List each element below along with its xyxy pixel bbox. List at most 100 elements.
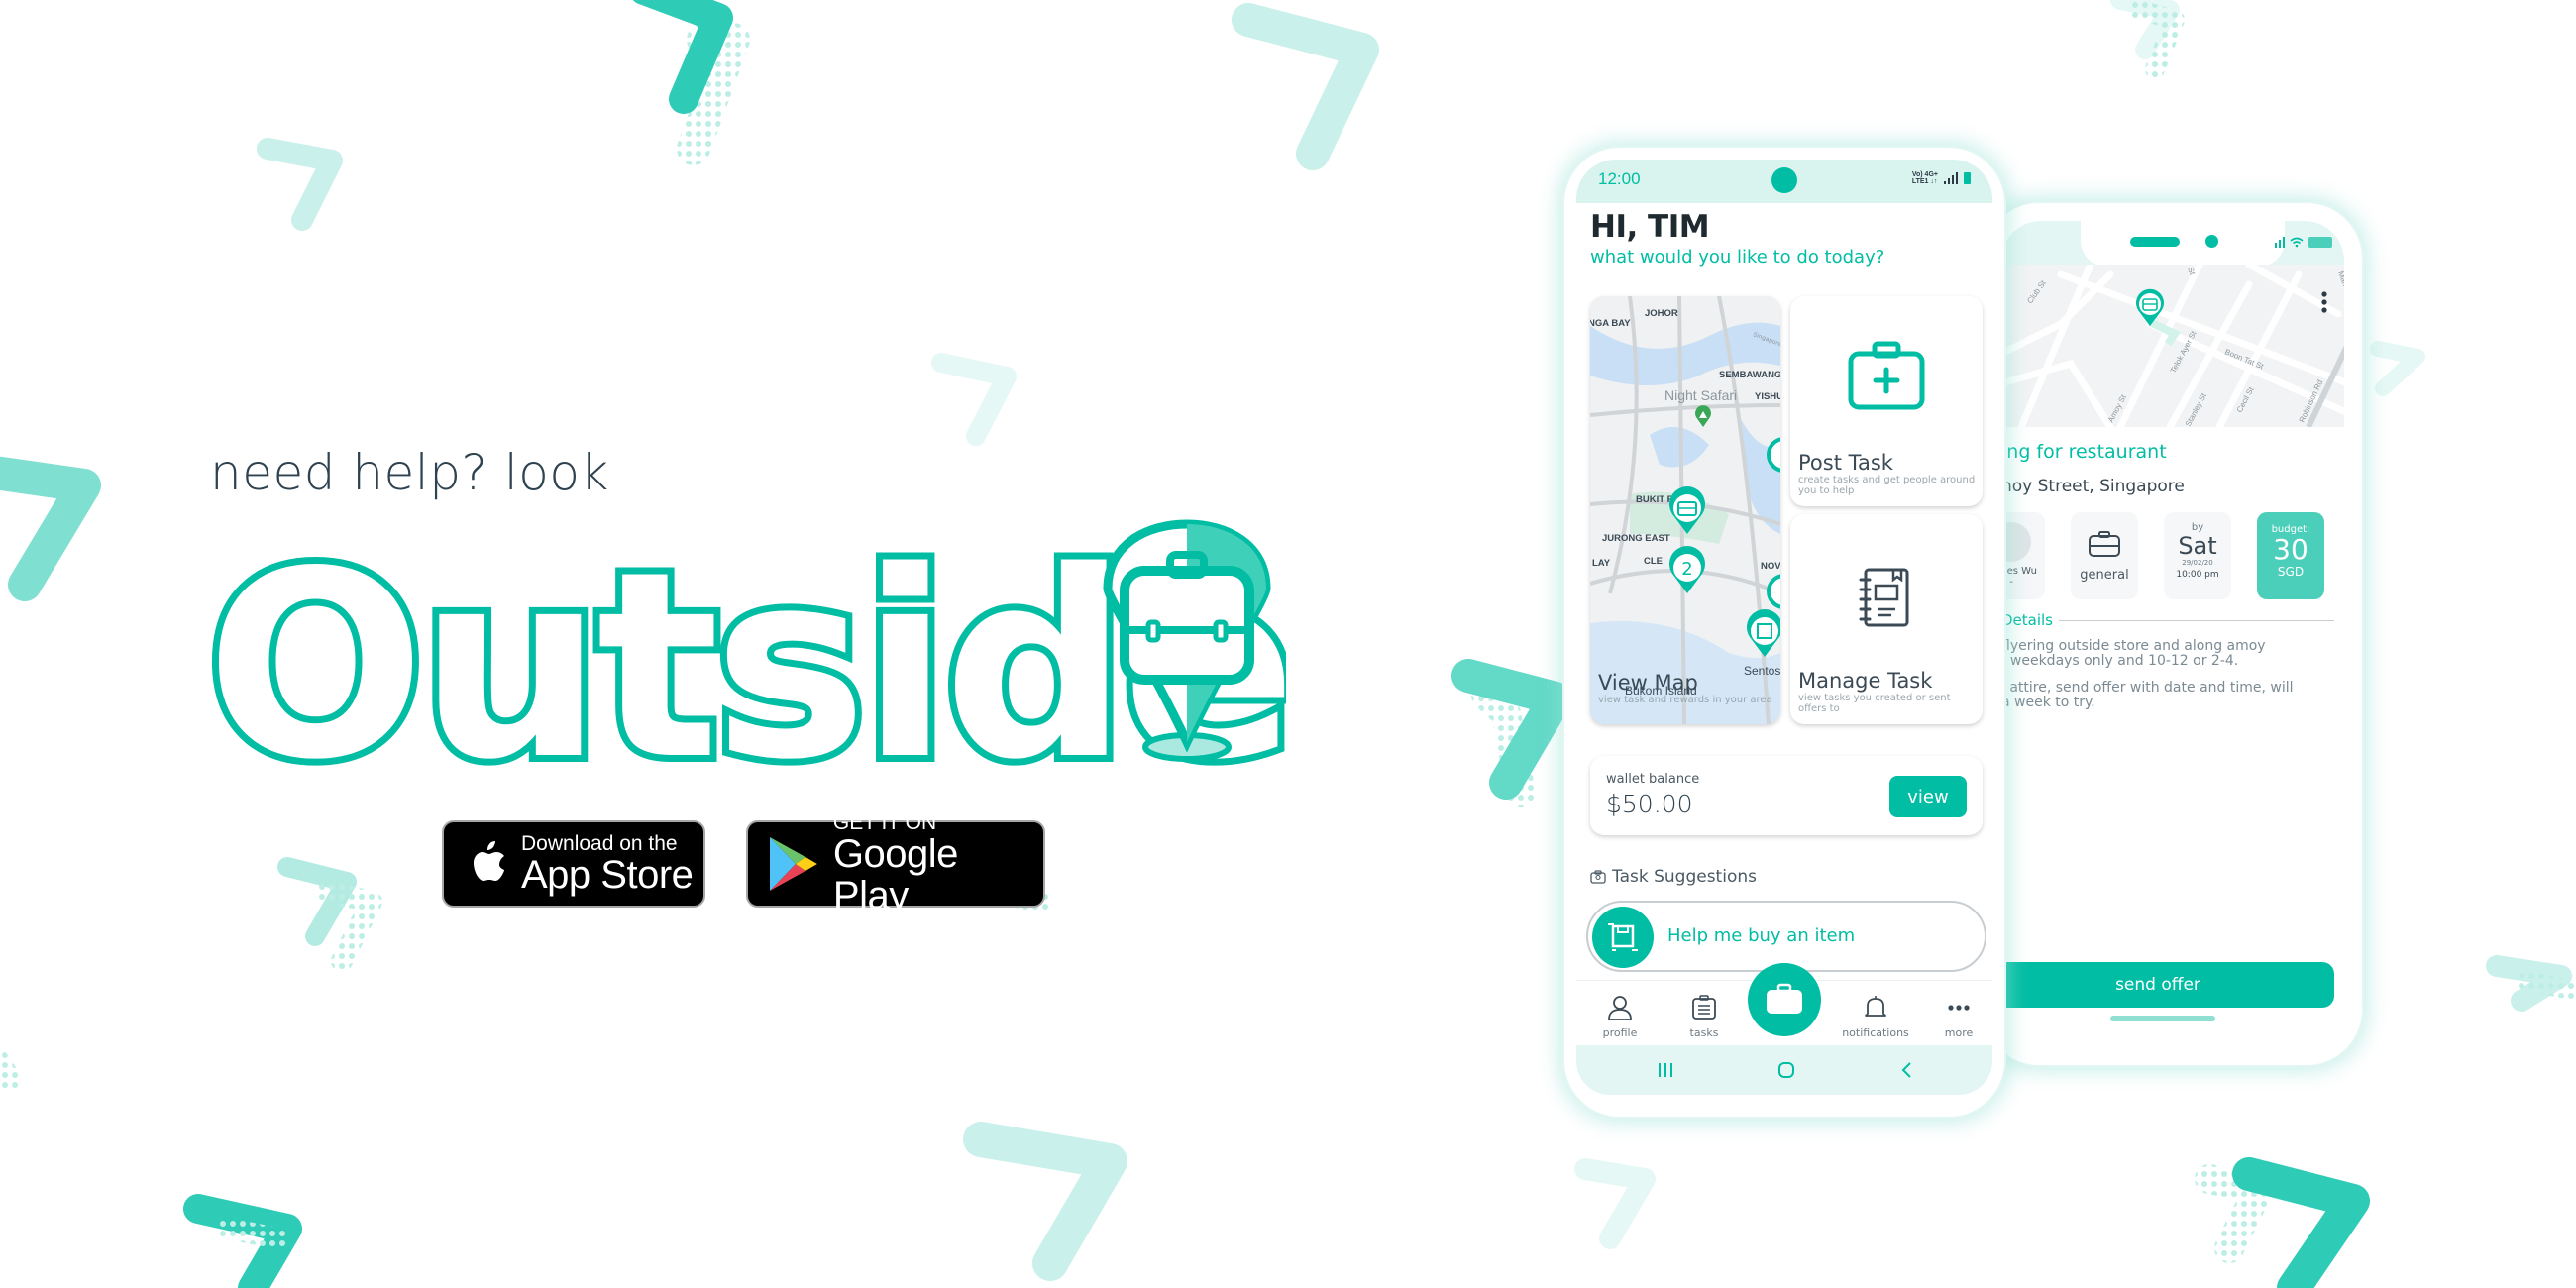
back-button[interactable] xyxy=(1891,1057,1921,1083)
signal-icon xyxy=(2275,236,2285,248)
home-icon xyxy=(1778,1062,1794,1078)
map-preview: JOHOR NGA BAY SEMBAWANG YISHU BUKIT P JU… xyxy=(1590,296,1780,724)
camera-dot xyxy=(2205,235,2218,248)
google-play-small-text: GET IT ON xyxy=(832,810,937,834)
suggestion-item[interactable]: Help me buy an item xyxy=(1586,901,1986,972)
map-label: LAY xyxy=(1592,558,1611,569)
post-task-desc: create tasks and get people around you t… xyxy=(1798,475,1976,496)
deadline-day: Sat xyxy=(2178,532,2217,560)
outside-logo: Outside xyxy=(206,519,1286,777)
wallet-view-button[interactable]: view xyxy=(1889,776,1967,817)
map-label: JURONG EAST xyxy=(1602,533,1670,544)
details-line: flyering outside store and along amoy xyxy=(2001,638,2266,654)
task-detail-panel: ing for restaurant noy Street, Singapore… xyxy=(1984,427,2344,1047)
more-dots-icon xyxy=(1948,1005,1970,1011)
details-text: flyering outside store and along amoy , … xyxy=(2001,639,2294,710)
manage-task-card[interactable]: Manage Task view tasks you created or se… xyxy=(1790,514,1983,724)
map-label: BUKIT P xyxy=(1636,494,1674,505)
signal-icon xyxy=(1944,172,1958,184)
task-address: noy Street, Singapore xyxy=(2001,477,2185,496)
map-label: Club St xyxy=(2025,278,2048,305)
nav-more[interactable]: more xyxy=(1919,995,1998,1039)
deadline-time: 10:00 pm xyxy=(2176,570,2219,580)
nav-label: tasks xyxy=(1689,1026,1719,1039)
apple-icon xyxy=(474,841,504,881)
app-store-big-text: App Store xyxy=(521,852,694,897)
greeting-title: HI, TIM xyxy=(1590,209,1710,245)
task-suggestions-label: Task Suggestions xyxy=(1612,867,1757,887)
nav-label: more xyxy=(1944,1026,1974,1039)
network-indicator: Vo) 4G+ LTE1 ↓↑ xyxy=(1912,171,1938,185)
map-label: CLE xyxy=(1644,556,1663,567)
budget-currency: SGD xyxy=(2277,565,2305,579)
nav-label: profile xyxy=(1602,1026,1638,1039)
nav-label: notifications xyxy=(1842,1026,1909,1039)
speaker xyxy=(2130,237,2180,247)
clipboard-list-icon xyxy=(1692,995,1716,1020)
home-screen-phone: 12:00 Vo) 4G+ LTE1 ↓↑ HI, TIM what would… xyxy=(1562,146,2006,1119)
post-task-title: Post Task xyxy=(1798,451,1893,475)
details-heading-row: Details xyxy=(2001,611,2334,629)
view-map-card[interactable]: JOHOR NGA BAY SEMBAWANG YISHU BUKIT P JU… xyxy=(1590,296,1780,724)
category-label: general xyxy=(2080,568,2129,583)
briefcase-icon xyxy=(2089,531,2120,557)
suggestion-icon-circle xyxy=(1592,907,1654,968)
recent-apps-icon xyxy=(1659,1063,1672,1077)
budget-amount: 30 xyxy=(2273,533,2308,566)
details-line: a week to try. xyxy=(2001,695,2095,710)
task-location-map[interactable]: Club St Telok Ayer St Boon Tat St Amoy S… xyxy=(2001,265,2344,427)
map-label: SEMBAWANG xyxy=(1719,370,1780,380)
send-offer-button[interactable]: send offer xyxy=(1984,962,2334,1008)
details-line: , weekdays only and 10-12 or 2-4. xyxy=(2001,653,2239,669)
bell-icon xyxy=(1865,996,1886,1017)
task-suggestions-heading: Task Suggestions xyxy=(1590,867,1757,887)
details-heading: Details xyxy=(2001,611,2054,629)
status-bar xyxy=(2001,221,2344,267)
back-chevron-icon xyxy=(1901,1062,1911,1078)
google-play-button[interactable]: GET IT ON Google Play xyxy=(746,812,1045,916)
lightbulb-briefcase-icon xyxy=(1590,870,1606,884)
notch xyxy=(2081,221,2285,267)
divider xyxy=(2059,619,2334,621)
google-play-big-text: Google Play xyxy=(832,831,958,917)
budget-tile: budget: 30 SGD xyxy=(2257,512,2324,599)
map-label: NGA BAY xyxy=(1590,318,1631,329)
post-task-card[interactable]: Post Task create tasks and get people ar… xyxy=(1790,296,1983,506)
app-store-button[interactable]: Download on the App Store xyxy=(442,820,705,908)
home-button[interactable] xyxy=(1771,1057,1801,1083)
user-icon xyxy=(1608,996,1632,1020)
map-label: Market St xyxy=(2336,270,2344,306)
recent-apps-button[interactable] xyxy=(1651,1057,1680,1083)
nav-profile[interactable]: profile xyxy=(1580,995,1660,1039)
view-map-title: View Map xyxy=(1598,671,1698,695)
system-navigation-bar xyxy=(1576,1045,1992,1095)
tagline: need help? look xyxy=(210,444,609,501)
chevron-shape xyxy=(632,0,733,114)
deadline-date: 29/02/20 xyxy=(2182,559,2213,567)
manage-task-desc: view tasks you created or sent offers to xyxy=(1798,693,1951,714)
buy-item-icon xyxy=(1608,923,1638,951)
nav-center-briefcase-button[interactable] xyxy=(1748,963,1821,1036)
app-store-small-text: Download on the xyxy=(521,831,678,855)
street-map: Club St Telok Ayer St Boon Tat St Amoy S… xyxy=(2001,265,2344,427)
network-line: LTE1 ↓↑ xyxy=(1911,178,1938,185)
details-line: l attire, send offer with date and time,… xyxy=(2001,680,2294,696)
task-title: ing for restaurant xyxy=(2001,441,2167,463)
notebook-icon xyxy=(1859,568,1909,627)
map-label: YISHU xyxy=(1755,391,1780,402)
map-label: Sentos xyxy=(1744,664,1780,678)
suggestion-text: Help me buy an item xyxy=(1667,925,1856,946)
battery-icon xyxy=(1964,172,1971,184)
briefcase-plus-icon xyxy=(1848,341,1925,410)
nav-notifications[interactable]: notifications xyxy=(1836,995,1915,1039)
more-vertical-icon xyxy=(2321,291,2327,313)
map-label: JOHOR xyxy=(1645,308,1678,319)
task-detail-phone: Club St Telok Ayer St Boon Tat St Amoy S… xyxy=(1982,201,2364,1067)
greeting-subtitle: what would you like to do today? xyxy=(1590,247,1885,268)
deadline-tile: by Sat 29/02/20 10:00 pm xyxy=(2164,512,2231,599)
briefcase-icon xyxy=(1767,983,1802,1014)
nav-tasks[interactable]: tasks xyxy=(1664,995,1744,1039)
wallet-card: wallet balance $50.00 view xyxy=(1590,756,1983,835)
category-tile: general xyxy=(2071,512,2138,599)
network-line: Vo) 4G+ xyxy=(1911,171,1938,178)
